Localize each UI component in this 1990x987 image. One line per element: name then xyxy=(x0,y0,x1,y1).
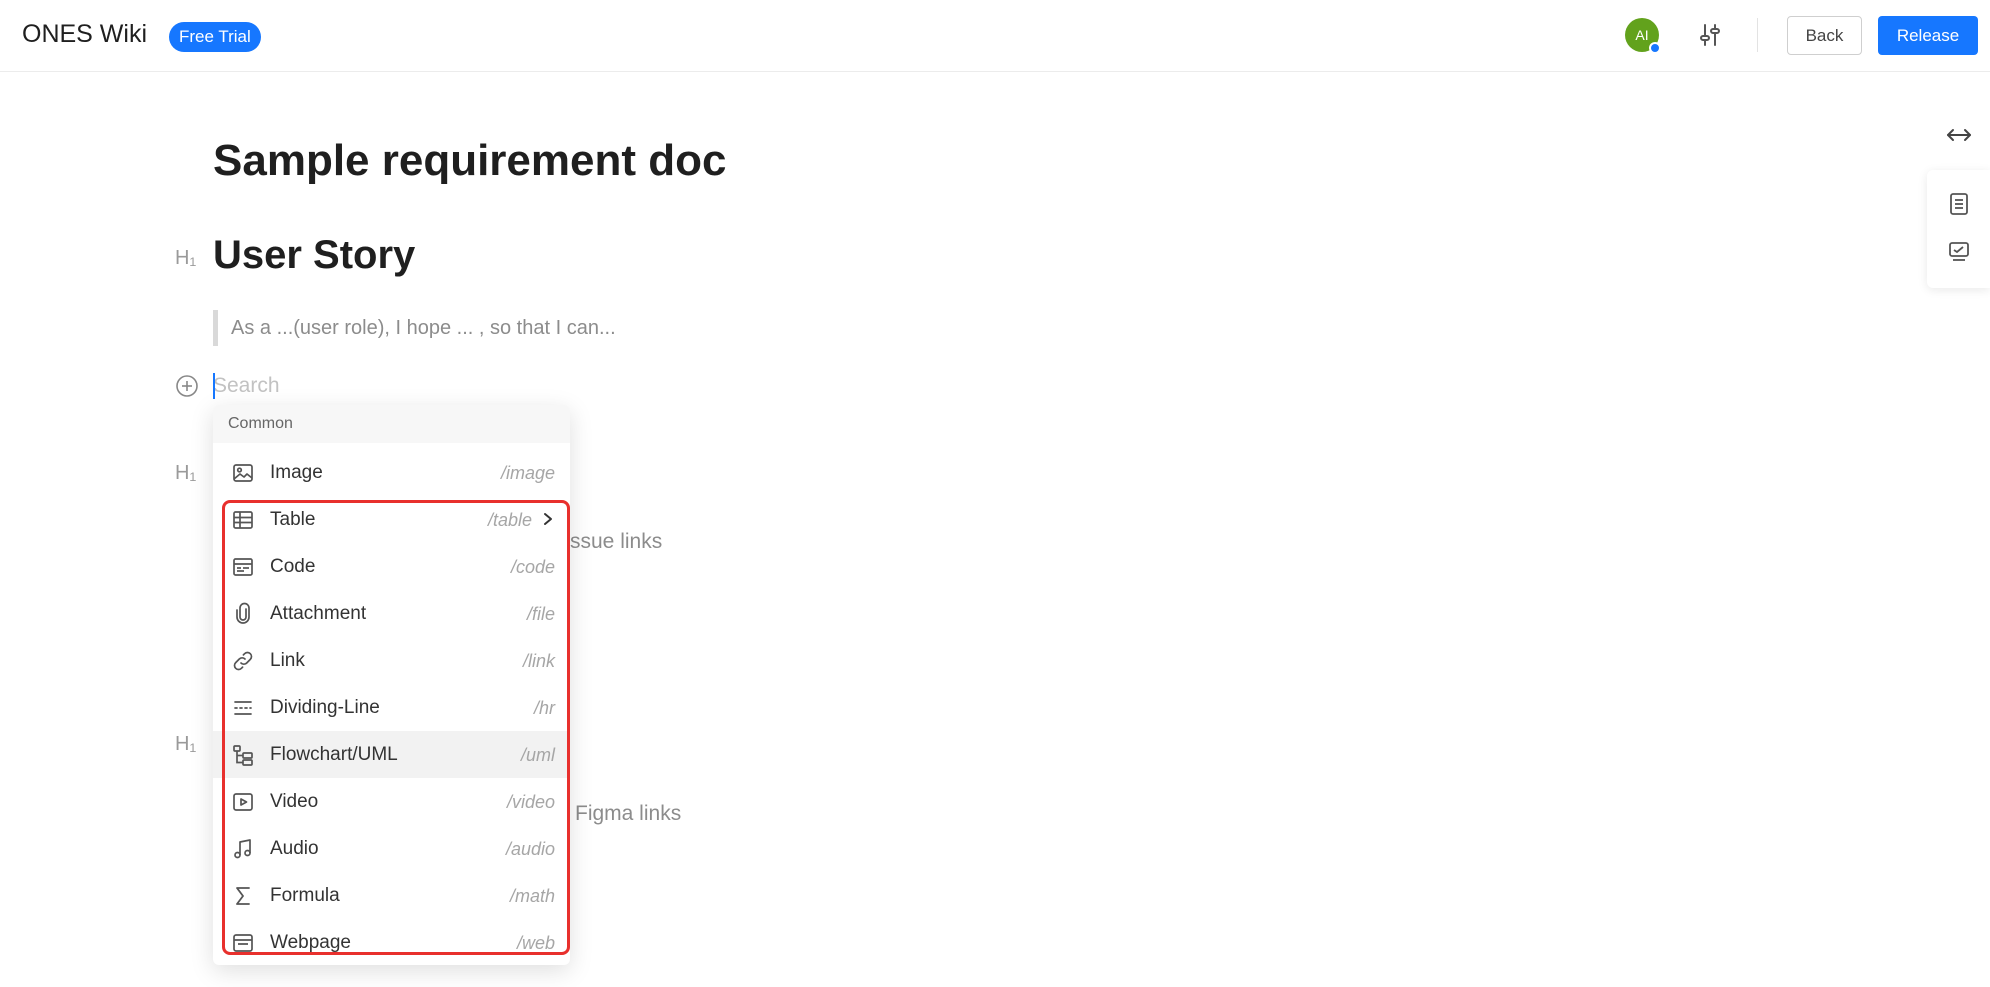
app-title[interactable]: ONES Wiki xyxy=(22,20,147,49)
menu-item-label: Code xyxy=(270,556,316,577)
insert-block-menu: Common Image /image Table /table Code /c… xyxy=(213,405,570,965)
online-status-dot xyxy=(1649,42,1661,54)
header-divider xyxy=(1757,18,1758,52)
menu-item-code[interactable]: Code /code xyxy=(213,543,570,590)
menu-item-shortcut: /hr xyxy=(533,698,555,718)
document-outline-icon[interactable] xyxy=(1947,192,1971,216)
menu-item-shortcut: /file xyxy=(526,604,555,624)
menu-item-shortcut: /uml xyxy=(520,745,555,765)
menu-item-label: Formula xyxy=(270,885,340,906)
paperclip-icon xyxy=(236,602,250,624)
avatar[interactable]: AI xyxy=(1625,18,1661,54)
menu-item-label: Flowchart/UML xyxy=(270,744,398,765)
quote-text[interactable]: As a ...(user role), I hope ... , so tha… xyxy=(231,317,616,340)
heading-marker[interactable]: H₁ xyxy=(175,247,196,270)
menu-item-dividing-line[interactable]: Dividing-Line /hr xyxy=(213,684,570,731)
menu-item-audio[interactable]: Audio /audio xyxy=(213,825,570,872)
menu-item-image[interactable]: Image /image xyxy=(213,449,570,496)
back-button[interactable]: Back xyxy=(1787,16,1862,55)
link-icon xyxy=(233,651,253,671)
partially-hidden-text: Figma links xyxy=(575,802,682,825)
menu-item-label: Audio xyxy=(270,838,319,859)
menu-item-shortcut: /math xyxy=(509,886,555,906)
menu-item-label: Webpage xyxy=(270,932,351,953)
menu-item-label: Dividing-Line xyxy=(270,697,380,718)
menu-item-shortcut: /link xyxy=(522,651,555,671)
code-icon xyxy=(233,558,253,576)
document-title[interactable]: Sample requirement doc xyxy=(213,136,726,186)
chevron-right-icon xyxy=(544,513,552,525)
search-input[interactable] xyxy=(213,370,473,402)
expand-arrows-icon[interactable] xyxy=(1944,120,1974,150)
menu-item-label: Table xyxy=(270,509,316,530)
settings-icon[interactable] xyxy=(1695,20,1725,50)
avatar-initials: AI xyxy=(1635,27,1649,43)
menu-item-label: Attachment xyxy=(270,603,367,624)
menu-item-label: Image xyxy=(270,462,323,483)
menu-item-shortcut: /table xyxy=(487,510,532,530)
menu-item-shortcut: /video xyxy=(506,792,555,812)
text-cursor xyxy=(213,373,215,399)
quote-bar xyxy=(213,310,218,346)
section-heading[interactable]: User Story xyxy=(213,233,415,278)
video-icon xyxy=(233,793,253,811)
menu-item-label: Link xyxy=(270,650,305,671)
comment-icon[interactable] xyxy=(1947,240,1971,264)
menu-section-header: Common xyxy=(213,405,570,443)
free-trial-badge[interactable]: Free Trial xyxy=(169,22,261,52)
webpage-icon xyxy=(233,934,253,952)
menu-item-webpage[interactable]: Webpage /web xyxy=(213,919,570,965)
menu-item-table[interactable]: Table /table xyxy=(213,496,570,543)
side-toolbar xyxy=(1927,170,1990,288)
menu-item-attachment[interactable]: Attachment /file xyxy=(213,590,570,637)
sigma-icon xyxy=(236,887,250,905)
music-note-icon xyxy=(234,839,251,859)
menu-item-link[interactable]: Link /link xyxy=(213,637,570,684)
top-bar: ONES Wiki Free Trial AI Back Release xyxy=(0,0,1990,72)
release-button[interactable]: Release xyxy=(1878,16,1978,55)
heading-marker[interactable]: H₁ xyxy=(175,733,196,756)
menu-item-flowchart-uml[interactable]: Flowchart/UML /uml xyxy=(213,731,570,778)
menu-item-label: Video xyxy=(270,791,319,812)
partially-hidden-text: ssue links xyxy=(570,530,663,553)
image-icon xyxy=(233,464,253,482)
menu-item-formula[interactable]: Formula /math xyxy=(213,872,570,919)
menu-item-shortcut: /code xyxy=(510,557,555,577)
divider-icon xyxy=(234,701,252,715)
menu-item-shortcut: /web xyxy=(516,933,555,953)
menu-item-shortcut: /image xyxy=(500,463,555,483)
menu-item-video[interactable]: Video /video xyxy=(213,778,570,825)
heading-marker[interactable]: H₁ xyxy=(175,462,196,485)
table-icon xyxy=(233,511,253,529)
add-block-icon[interactable] xyxy=(175,374,199,398)
menu-item-shortcut: /audio xyxy=(505,839,555,859)
flowchart-icon xyxy=(233,745,253,766)
